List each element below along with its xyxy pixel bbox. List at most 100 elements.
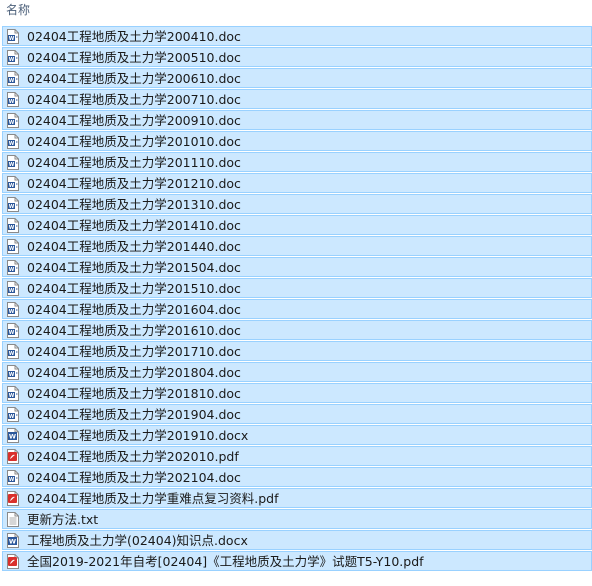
svg-text:W: W bbox=[9, 78, 15, 84]
file-name: 工程地质及土力学(02404)知识点.docx bbox=[27, 533, 248, 548]
file-name: 02404工程地质及土力学201510.doc bbox=[27, 281, 241, 296]
text-file-icon bbox=[7, 512, 19, 527]
word-doc-icon: W bbox=[7, 407, 19, 422]
file-row[interactable]: W 02404工程地质及土力学200610.doc bbox=[2, 68, 592, 88]
file-name: 02404工程地质及土力学201604.doc bbox=[27, 302, 241, 317]
file-row[interactable]: W 02404工程地质及土力学201410.doc bbox=[2, 215, 592, 235]
svg-text:W: W bbox=[9, 433, 16, 441]
file-name: 02404工程地质及土力学201504.doc bbox=[27, 260, 241, 275]
file-row[interactable]: W 02404工程地质及土力学201910.docx bbox=[2, 425, 592, 445]
svg-text:W: W bbox=[9, 309, 15, 315]
file-row[interactable]: 全国2019-2021年自考[02404]《工程地质及土力学》试题T5-Y10.… bbox=[2, 551, 592, 571]
file-name: 02404工程地质及土力学200610.doc bbox=[27, 71, 241, 86]
file-name: 02404工程地质及土力学200710.doc bbox=[27, 92, 241, 107]
word-doc-icon: W bbox=[7, 260, 19, 275]
file-row[interactable]: W 02404工程地质及土力学201610.doc bbox=[2, 320, 592, 340]
svg-text:W: W bbox=[9, 36, 15, 42]
file-row[interactable]: W 工程地质及土力学(02404)知识点.docx bbox=[2, 530, 592, 550]
file-row[interactable]: W 02404工程地质及土力学201110.doc bbox=[2, 152, 592, 172]
svg-text:W: W bbox=[9, 330, 15, 336]
word-doc-icon: W bbox=[7, 176, 19, 191]
file-list: W 02404工程地质及土力学200410.doc W 02404工程地质及土力学20… bbox=[2, 26, 592, 572]
svg-text:W: W bbox=[9, 538, 16, 546]
file-name: 02404工程地质及土力学200510.doc bbox=[27, 50, 241, 65]
file-name: 02404工程地质及土力学重难点复习资料.pdf bbox=[27, 491, 279, 506]
file-row[interactable]: W 02404工程地质及土力学201010.doc bbox=[2, 131, 592, 151]
svg-text:W: W bbox=[9, 141, 15, 147]
word-doc-icon: W bbox=[7, 92, 19, 107]
file-row[interactable]: W 02404工程地质及土力学200910.doc bbox=[2, 110, 592, 130]
file-name: 02404工程地质及土力学200410.doc bbox=[27, 29, 241, 44]
svg-text:W: W bbox=[9, 288, 15, 294]
file-name: 全国2019-2021年自考[02404]《工程地质及土力学》试题T5-Y10.… bbox=[27, 554, 424, 569]
svg-text:W: W bbox=[9, 183, 15, 189]
file-row[interactable]: W 02404工程地质及土力学201604.doc bbox=[2, 299, 592, 319]
file-row[interactable]: W 02404工程地质及土力学201810.doc bbox=[2, 383, 592, 403]
file-row[interactable]: W 02404工程地质及土力学200510.doc bbox=[2, 47, 592, 67]
file-row[interactable]: W 02404工程地质及土力学200410.doc bbox=[2, 26, 592, 46]
svg-text:W: W bbox=[9, 477, 15, 483]
word-doc-icon: W bbox=[7, 281, 19, 296]
word-doc-icon: W bbox=[7, 365, 19, 380]
file-name: 02404工程地质及土力学201804.doc bbox=[27, 365, 241, 380]
word-docx-icon: W bbox=[7, 428, 19, 443]
file-name: 02404工程地质及土力学201710.doc bbox=[27, 344, 241, 359]
pdf-icon bbox=[7, 449, 19, 464]
file-row[interactable]: W 02404工程地质及土力学200710.doc bbox=[2, 89, 592, 109]
word-doc-icon: W bbox=[7, 302, 19, 317]
svg-text:W: W bbox=[9, 162, 15, 168]
word-docx-icon: W bbox=[7, 533, 19, 548]
svg-text:W: W bbox=[9, 246, 15, 252]
pdf-icon bbox=[7, 491, 19, 506]
word-doc-icon: W bbox=[7, 50, 19, 65]
file-row[interactable]: W 02404工程地质及土力学201504.doc bbox=[2, 257, 592, 277]
file-row[interactable]: 02404工程地质及土力学202010.pdf bbox=[2, 446, 592, 466]
file-row[interactable]: 更新方法.txt bbox=[2, 509, 592, 529]
file-name: 02404工程地质及土力学201910.docx bbox=[27, 428, 249, 443]
word-doc-icon: W bbox=[7, 155, 19, 170]
word-doc-icon: W bbox=[7, 344, 19, 359]
name-column-header[interactable]: 名称 bbox=[6, 2, 30, 18]
svg-text:W: W bbox=[9, 267, 15, 273]
file-row[interactable]: W 02404工程地质及土力学201904.doc bbox=[2, 404, 592, 424]
file-name: 更新方法.txt bbox=[27, 512, 99, 527]
svg-text:W: W bbox=[9, 204, 15, 210]
word-doc-icon: W bbox=[7, 323, 19, 338]
file-row[interactable]: W 02404工程地质及土力学201310.doc bbox=[2, 194, 592, 214]
file-row[interactable]: W 02404工程地质及土力学201210.doc bbox=[2, 173, 592, 193]
word-doc-icon: W bbox=[7, 470, 19, 485]
word-doc-icon: W bbox=[7, 113, 19, 128]
file-row[interactable]: W 02404工程地质及土力学201510.doc bbox=[2, 278, 592, 298]
file-name: 02404工程地质及土力学201610.doc bbox=[27, 323, 241, 338]
file-name: 02404工程地质及土力学201010.doc bbox=[27, 134, 241, 149]
svg-text:W: W bbox=[9, 393, 15, 399]
word-doc-icon: W bbox=[7, 386, 19, 401]
word-doc-icon: W bbox=[7, 134, 19, 149]
file-name: 02404工程地质及土力学202010.pdf bbox=[27, 449, 239, 464]
pdf-icon bbox=[7, 554, 19, 569]
file-row[interactable]: W 02404工程地质及土力学201440.doc bbox=[2, 236, 592, 256]
word-doc-icon: W bbox=[7, 218, 19, 233]
svg-text:W: W bbox=[9, 99, 15, 105]
file-name: 02404工程地质及土力学201310.doc bbox=[27, 197, 241, 212]
word-doc-icon: W bbox=[7, 197, 19, 212]
file-name: 02404工程地质及土力学201810.doc bbox=[27, 386, 241, 401]
file-row[interactable]: 02404工程地质及土力学重难点复习资料.pdf bbox=[2, 488, 592, 508]
file-name: 02404工程地质及土力学202104.doc bbox=[27, 470, 241, 485]
file-name: 02404工程地质及土力学201440.doc bbox=[27, 239, 241, 254]
file-row[interactable]: W 02404工程地质及土力学201804.doc bbox=[2, 362, 592, 382]
file-row[interactable]: W 02404工程地质及土力学202104.doc bbox=[2, 467, 592, 487]
svg-text:W: W bbox=[9, 57, 15, 63]
word-doc-icon: W bbox=[7, 71, 19, 86]
file-name: 02404工程地质及土力学201110.doc bbox=[27, 155, 241, 170]
file-name: 02404工程地质及土力学200910.doc bbox=[27, 113, 241, 128]
file-row[interactable]: W 02404工程地质及土力学201710.doc bbox=[2, 341, 592, 361]
svg-text:W: W bbox=[9, 351, 15, 357]
column-header: 名称 bbox=[0, 0, 592, 26]
word-doc-icon: W bbox=[7, 239, 19, 254]
word-doc-icon: W bbox=[7, 29, 19, 44]
svg-text:W: W bbox=[9, 414, 15, 420]
file-name: 02404工程地质及土力学201410.doc bbox=[27, 218, 241, 233]
svg-text:W: W bbox=[9, 372, 15, 378]
file-name: 02404工程地质及土力学201210.doc bbox=[27, 176, 241, 191]
